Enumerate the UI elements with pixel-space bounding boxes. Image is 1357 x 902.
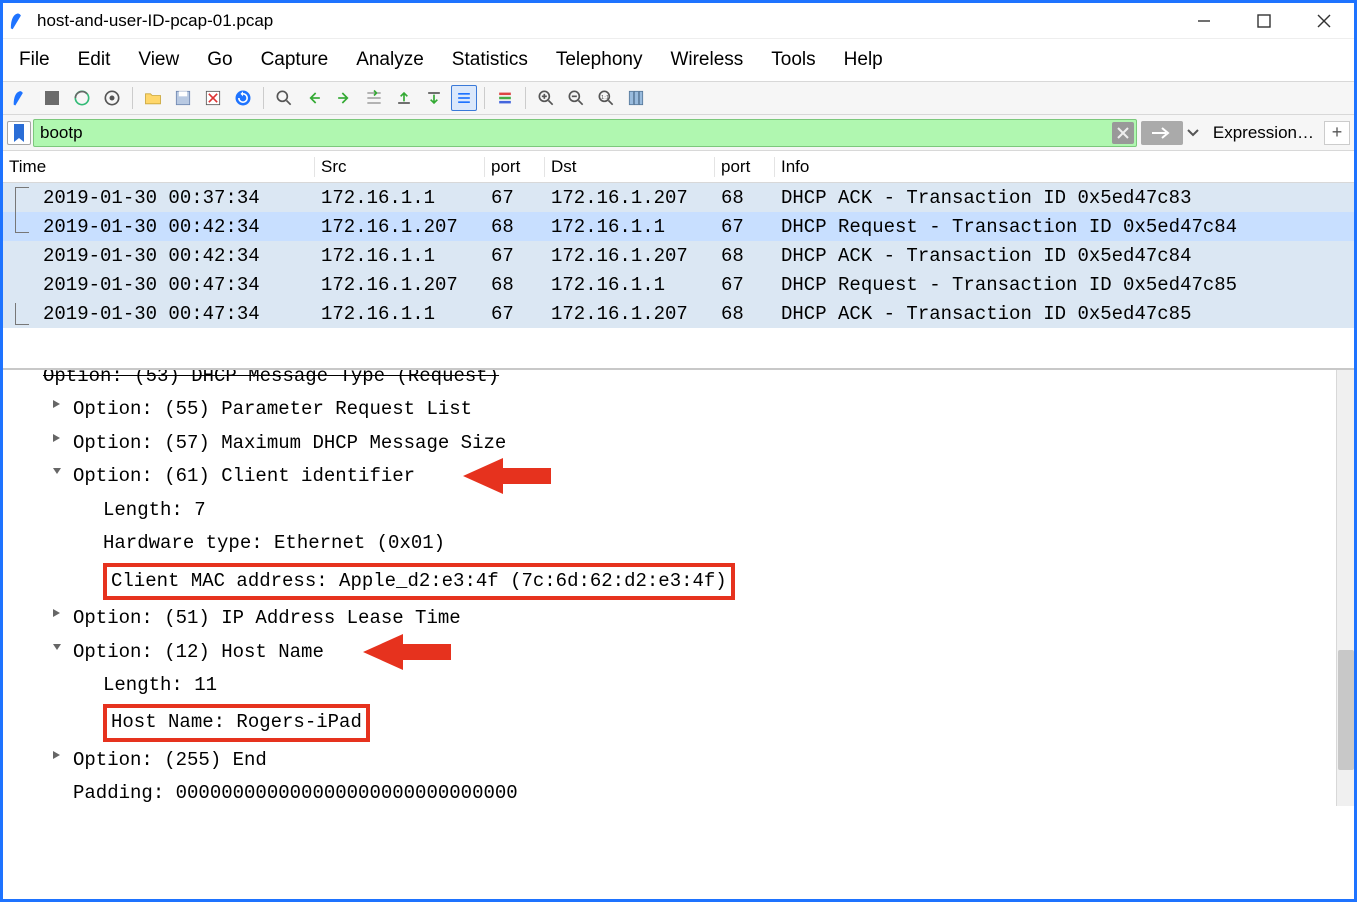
col-header-src[interactable]: Src [315, 157, 485, 177]
menubar: File Edit View Go Capture Analyze Statis… [3, 39, 1354, 81]
menu-file[interactable]: File [19, 49, 50, 71]
menu-view[interactable]: View [138, 49, 179, 71]
menu-tools[interactable]: Tools [771, 49, 815, 71]
menu-capture[interactable]: Capture [261, 49, 329, 71]
detail-item[interactable]: Option: (255) End [3, 744, 1354, 777]
minimize-button[interactable] [1190, 7, 1218, 35]
col-header-dst[interactable]: Dst [545, 157, 715, 177]
go-to-packet-icon[interactable] [361, 85, 387, 111]
go-first-icon[interactable] [391, 85, 417, 111]
window-controls [1190, 7, 1338, 35]
menu-statistics[interactable]: Statistics [452, 49, 528, 71]
restart-capture-icon[interactable] [69, 85, 95, 111]
menu-analyze[interactable]: Analyze [356, 49, 424, 71]
col-header-time[interactable]: Time [3, 157, 315, 177]
menu-help[interactable]: Help [844, 49, 883, 71]
apply-filter-icon[interactable] [1141, 121, 1183, 145]
capture-options-icon[interactable] [99, 85, 125, 111]
menu-go[interactable]: Go [207, 49, 232, 71]
table-row[interactable]: 2019-01-30 00:47:34172.16.1.20768172.16.… [3, 270, 1354, 299]
titlebar: host-and-user-ID-pcap-01.pcap [3, 3, 1354, 39]
main-toolbar: 1:1 [3, 81, 1354, 115]
menu-edit[interactable]: Edit [78, 49, 111, 71]
go-back-icon[interactable] [301, 85, 327, 111]
open-file-icon[interactable] [140, 85, 166, 111]
bookmark-icon[interactable] [7, 121, 31, 145]
detail-item[interactable]: Option: (55) Parameter Request List [3, 393, 1354, 426]
find-packet-icon[interactable] [271, 85, 297, 111]
wireshark-fin-icon [9, 10, 31, 32]
annotation-highlight: Host Name: Rogers-iPad [103, 704, 370, 741]
menu-wireless[interactable]: Wireless [670, 49, 743, 71]
detail-item[interactable]: Length: 7 [3, 494, 1354, 527]
packet-details-pane: Option: (53) DHCP Message Type (Request)… [3, 368, 1354, 806]
annotation-arrow-icon [363, 634, 451, 670]
detail-item[interactable]: Option: (53) DHCP Message Type (Request) [3, 368, 1354, 393]
packet-list: 2019-01-30 00:37:34172.16.1.167172.16.1.… [3, 183, 1354, 328]
filter-history-dropdown[interactable] [1185, 129, 1201, 137]
annotation-highlight: Client MAC address: Apple_d2:e3:4f (7c:6… [103, 563, 735, 600]
col-header-dport[interactable]: port [715, 157, 775, 177]
detail-item[interactable]: Length: 11 [3, 669, 1354, 702]
colorize-icon[interactable] [492, 85, 518, 111]
go-forward-icon[interactable] [331, 85, 357, 111]
clear-filter-icon[interactable] [1112, 122, 1134, 144]
display-filter-field[interactable] [40, 123, 1112, 143]
go-last-icon[interactable] [421, 85, 447, 111]
detail-item[interactable]: Option: (61) Client identifier [3, 460, 1354, 493]
stop-capture-icon[interactable] [39, 85, 65, 111]
table-row[interactable]: 2019-01-30 00:42:34172.16.1.167172.16.1.… [3, 241, 1354, 270]
close-button[interactable] [1310, 7, 1338, 35]
detail-item[interactable]: Option: (57) Maximum DHCP Message Size [3, 427, 1354, 460]
col-header-sport[interactable]: port [485, 157, 545, 177]
detail-item[interactable]: Host Name: Rogers-iPad [3, 702, 1354, 743]
zoom-out-icon[interactable] [563, 85, 589, 111]
table-row[interactable]: 2019-01-30 00:37:34172.16.1.167172.16.1.… [3, 183, 1354, 212]
detail-item[interactable]: Padding: 000000000000000000000000000000 [3, 777, 1354, 806]
annotation-arrow-icon [463, 458, 551, 494]
start-capture-icon[interactable] [9, 85, 35, 111]
expression-button[interactable]: Expression… [1209, 123, 1318, 143]
detail-item[interactable]: Option: (12) Host Name [3, 636, 1354, 669]
svg-text:1:1: 1:1 [601, 95, 609, 101]
packet-list-header: Time Src port Dst port Info [3, 151, 1354, 183]
auto-scroll-icon[interactable] [451, 85, 477, 111]
col-header-info[interactable]: Info [775, 157, 1354, 177]
reload-icon[interactable] [230, 85, 256, 111]
display-filter-input[interactable] [33, 119, 1137, 147]
zoom-in-icon[interactable] [533, 85, 559, 111]
zoom-reset-icon[interactable]: 1:1 [593, 85, 619, 111]
resize-columns-icon[interactable] [623, 85, 649, 111]
add-filter-button[interactable]: + [1324, 121, 1350, 145]
window-title: host-and-user-ID-pcap-01.pcap [37, 11, 273, 31]
details-scrollbar[interactable] [1336, 370, 1354, 806]
detail-item[interactable]: Hardware type: Ethernet (0x01) [3, 527, 1354, 560]
maximize-button[interactable] [1250, 7, 1278, 35]
detail-item[interactable]: Client MAC address: Apple_d2:e3:4f (7c:6… [3, 561, 1354, 602]
filter-bar: Expression… + [3, 115, 1354, 151]
save-file-icon[interactable] [170, 85, 196, 111]
close-file-icon[interactable] [200, 85, 226, 111]
menu-telephony[interactable]: Telephony [556, 49, 643, 71]
table-row[interactable]: 2019-01-30 00:42:34172.16.1.20768172.16.… [3, 212, 1354, 241]
detail-item[interactable]: Option: (51) IP Address Lease Time [3, 602, 1354, 635]
table-row[interactable]: 2019-01-30 00:47:34172.16.1.167172.16.1.… [3, 299, 1354, 328]
